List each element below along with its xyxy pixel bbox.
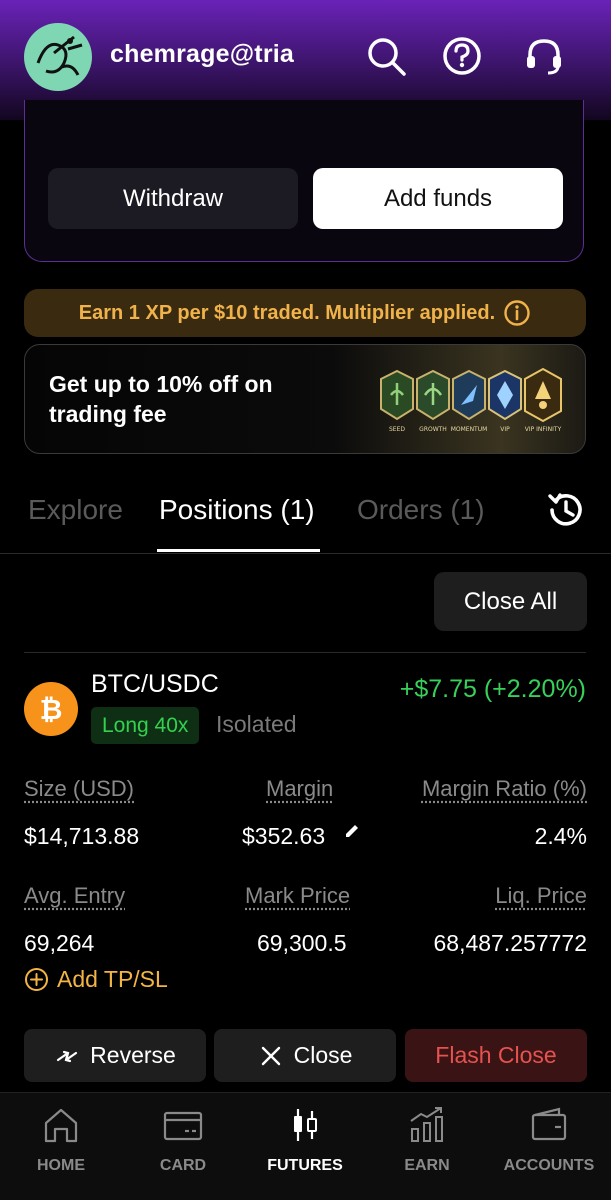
promo-line-2: trading fee	[49, 399, 329, 429]
xp-banner: Earn 1 XP per $10 traded. Multiplier app…	[24, 289, 586, 337]
bitcoin-icon: ₿	[24, 682, 78, 736]
bar-chart-icon	[407, 1105, 447, 1145]
margin-ratio-value: 2.4%	[535, 823, 587, 850]
xp-banner-text: Earn 1 XP per $10 traded. Multiplier app…	[79, 302, 495, 325]
avatar-doodle-icon	[24, 23, 92, 91]
margin-value: $352.63	[242, 823, 325, 850]
reverse-arrows-icon	[54, 1043, 80, 1069]
unrealized-pnl: +$7.75 (+2.20%)	[400, 675, 586, 704]
badge-seed: SEED	[389, 426, 405, 433]
search-icon[interactable]	[364, 34, 408, 78]
nav-futures-label: FUTURES	[244, 1157, 366, 1175]
info-icon[interactable]	[503, 299, 531, 327]
avg-entry-label[interactable]: Avg. Entry	[24, 883, 125, 909]
promo-text: Get up to 10% off on trading fee	[49, 369, 329, 429]
close-position-button[interactable]: Close	[214, 1029, 396, 1082]
size-value: $14,713.88	[24, 823, 139, 850]
nav-card[interactable]: CARD	[122, 1093, 244, 1200]
avg-entry-value: 69,264	[24, 930, 94, 957]
reverse-label: Reverse	[90, 1042, 176, 1069]
support-headset-icon[interactable]	[522, 34, 566, 78]
badge-vip-infinity: VIP INFINITY	[525, 426, 562, 433]
withdraw-button[interactable]: Withdraw	[48, 168, 298, 229]
active-tab-indicator	[157, 549, 320, 552]
fee-discount-promo[interactable]: Get up to 10% off on trading fee SEED GR…	[24, 344, 586, 454]
tier-badges-icon: SEED GROWTH MOMENTUM VIP VIP INFINITY	[377, 365, 567, 435]
side-leverage-badge: Long 40x	[91, 707, 199, 744]
mark-price-label[interactable]: Mark Price	[245, 883, 350, 909]
nav-home[interactable]: HOME	[0, 1093, 122, 1200]
history-icon[interactable]	[546, 490, 586, 530]
add-tpsl-label: Add TP/SL	[57, 966, 168, 993]
liq-price-label[interactable]: Liq. Price	[495, 883, 587, 909]
candlestick-icon	[285, 1105, 325, 1145]
positions-tabs: Explore Positions (1) Orders (1)	[0, 480, 611, 554]
badge-growth: GROWTH	[419, 426, 447, 433]
mark-price-value: 69,300.5	[257, 930, 347, 957]
size-label[interactable]: Size (USD)	[24, 776, 134, 802]
divider	[24, 652, 586, 653]
nav-futures[interactable]: FUTURES	[244, 1093, 366, 1200]
tab-explore[interactable]: Explore	[28, 494, 123, 526]
plus-circle-icon	[24, 967, 49, 992]
svg-text:₿: ₿	[40, 693, 63, 726]
flash-close-button[interactable]: Flash Close	[405, 1029, 587, 1082]
nav-accounts-label: ACCOUNTS	[488, 1157, 610, 1175]
badge-vip: VIP	[500, 426, 510, 433]
liq-price-value: 68,487.257772	[434, 930, 588, 957]
close-icon	[258, 1043, 284, 1069]
badge-momentum: MOMENTUM	[451, 426, 488, 433]
wallet-icon	[529, 1105, 569, 1145]
promo-line-1: Get up to 10% off on	[49, 369, 329, 399]
home-icon	[41, 1105, 81, 1145]
margin-label[interactable]: Margin	[266, 776, 333, 802]
position-pair[interactable]: BTC/USDC	[91, 670, 219, 699]
nav-earn[interactable]: EARN	[366, 1093, 488, 1200]
nav-accounts[interactable]: ACCOUNTS	[488, 1093, 610, 1200]
margin-ratio-label[interactable]: Margin Ratio (%)	[422, 776, 587, 802]
nav-home-label: HOME	[0, 1157, 122, 1175]
reverse-button[interactable]: Reverse	[24, 1029, 206, 1082]
margin-mode: Isolated	[216, 711, 297, 738]
close-label: Close	[294, 1042, 353, 1069]
username[interactable]: chemrage@tria	[110, 40, 294, 69]
add-tpsl-button[interactable]: Add TP/SL	[24, 966, 168, 993]
tab-orders[interactable]: Orders (1)	[357, 494, 485, 526]
avatar[interactable]	[24, 23, 92, 91]
add-funds-button[interactable]: Add funds	[313, 168, 563, 229]
close-all-button[interactable]: Close All	[434, 572, 587, 631]
tab-positions[interactable]: Positions (1)	[159, 494, 315, 526]
edit-margin-icon[interactable]	[343, 822, 361, 840]
help-icon[interactable]	[440, 34, 484, 78]
nav-card-label: CARD	[122, 1157, 244, 1175]
nav-earn-label: EARN	[366, 1157, 488, 1175]
bottom-nav: HOME CARD FUTURES EARN ACCOUNTS	[0, 1092, 611, 1200]
card-icon	[163, 1105, 203, 1145]
